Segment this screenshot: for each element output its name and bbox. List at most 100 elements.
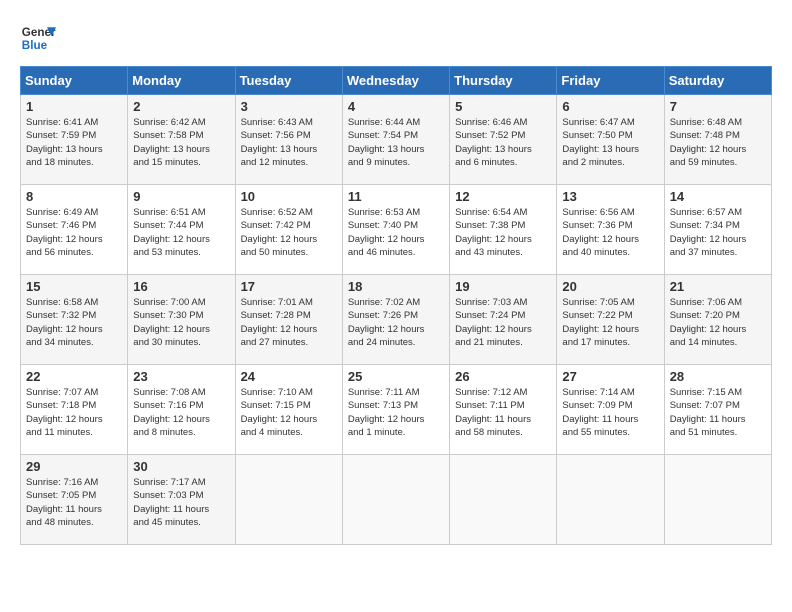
calendar-cell — [450, 455, 557, 545]
column-header-monday: Monday — [128, 67, 235, 95]
day-number: 22 — [26, 369, 122, 384]
day-detail: Sunrise: 7:03 AMSunset: 7:24 PMDaylight:… — [455, 296, 551, 349]
column-header-thursday: Thursday — [450, 67, 557, 95]
calendar-cell: 8 Sunrise: 6:49 AMSunset: 7:46 PMDaylight… — [21, 185, 128, 275]
calendar-cell: 1 Sunrise: 6:41 AMSunset: 7:59 PMDaylight… — [21, 95, 128, 185]
day-detail: Sunrise: 7:02 AMSunset: 7:26 PMDaylight:… — [348, 296, 444, 349]
day-detail: Sunrise: 7:08 AMSunset: 7:16 PMDaylight:… — [133, 386, 229, 439]
calendar-week-row: 1 Sunrise: 6:41 AMSunset: 7:59 PMDaylight… — [21, 95, 772, 185]
day-detail: Sunrise: 7:15 AMSunset: 7:07 PMDaylight:… — [670, 386, 766, 439]
calendar-cell: 30Sunrise: 7:17 AMSunset: 7:03 PMDayligh… — [128, 455, 235, 545]
calendar-week-row: 15Sunrise: 6:58 AMSunset: 7:32 PMDayligh… — [21, 275, 772, 365]
calendar-cell: 10 Sunrise: 6:52 AMSunset: 7:42 PMDayligh… — [235, 185, 342, 275]
day-detail: Sunrise: 7:11 AMSunset: 7:13 PMDaylight:… — [348, 386, 444, 439]
calendar-body: 1 Sunrise: 6:41 AMSunset: 7:59 PMDaylight… — [21, 95, 772, 545]
day-detail: Sunrise: 7:16 AMSunset: 7:05 PMDaylight:… — [26, 476, 122, 529]
calendar-cell: 13 Sunrise: 6:56 AMSunset: 7:36 PMDayligh… — [557, 185, 664, 275]
day-number: 19 — [455, 279, 551, 294]
calendar-cell: 7 Sunrise: 6:48 AMSunset: 7:48 PMDaylight… — [664, 95, 771, 185]
column-header-wednesday: Wednesday — [342, 67, 449, 95]
svg-text:Blue: Blue — [22, 39, 48, 52]
calendar-cell: 2 Sunrise: 6:42 AMSunset: 7:58 PMDaylight… — [128, 95, 235, 185]
day-number: 4 — [348, 99, 444, 114]
calendar-cell: 23 Sunrise: 7:08 AMSunset: 7:16 PMDayligh… — [128, 365, 235, 455]
day-detail: Sunrise: 6:43 AMSunset: 7:56 PMDaylight:… — [241, 116, 337, 169]
calendar-cell: 11Sunrise: 6:53 AMSunset: 7:40 PMDayligh… — [342, 185, 449, 275]
day-detail: Sunrise: 7:14 AMSunset: 7:09 PMDaylight:… — [562, 386, 658, 439]
column-header-friday: Friday — [557, 67, 664, 95]
calendar-cell: 5 Sunrise: 6:46 AMSunset: 7:52 PMDaylight… — [450, 95, 557, 185]
day-detail: Sunrise: 7:10 AMSunset: 7:15 PMDaylight:… — [241, 386, 337, 439]
calendar-cell: 9 Sunrise: 6:51 AMSunset: 7:44 PMDaylight… — [128, 185, 235, 275]
day-detail: Sunrise: 7:12 AMSunset: 7:11 PMDaylight:… — [455, 386, 551, 439]
day-number: 2 — [133, 99, 229, 114]
calendar-cell — [342, 455, 449, 545]
calendar-cell: 4Sunrise: 6:44 AMSunset: 7:54 PMDaylight… — [342, 95, 449, 185]
calendar-cell: 28 Sunrise: 7:15 AMSunset: 7:07 PMDayligh… — [664, 365, 771, 455]
day-detail: Sunrise: 6:49 AMSunset: 7:46 PMDaylight:… — [26, 206, 122, 259]
day-number: 13 — [562, 189, 658, 204]
calendar-week-row: 29 Sunrise: 7:16 AMSunset: 7:05 PMDayligh… — [21, 455, 772, 545]
day-detail: Sunrise: 7:07 AMSunset: 7:18 PMDaylight:… — [26, 386, 122, 439]
day-number: 17 — [241, 279, 337, 294]
calendar-cell: 15Sunrise: 6:58 AMSunset: 7:32 PMDayligh… — [21, 275, 128, 365]
calendar-week-row: 8 Sunrise: 6:49 AMSunset: 7:46 PMDaylight… — [21, 185, 772, 275]
logo-icon: General Blue — [20, 20, 56, 56]
calendar-cell: 24Sunrise: 7:10 AMSunset: 7:15 PMDayligh… — [235, 365, 342, 455]
calendar-cell: 18 Sunrise: 7:02 AMSunset: 7:26 PMDayligh… — [342, 275, 449, 365]
logo: General Blue — [20, 20, 56, 56]
day-detail: Sunrise: 6:56 AMSunset: 7:36 PMDaylight:… — [562, 206, 658, 259]
page-header: General Blue — [20, 20, 772, 56]
column-header-saturday: Saturday — [664, 67, 771, 95]
day-number: 21 — [670, 279, 766, 294]
day-number: 9 — [133, 189, 229, 204]
day-detail: Sunrise: 6:47 AMSunset: 7:50 PMDaylight:… — [562, 116, 658, 169]
calendar-cell: 19 Sunrise: 7:03 AMSunset: 7:24 PMDayligh… — [450, 275, 557, 365]
calendar-cell: 26 Sunrise: 7:12 AMSunset: 7:11 PMDayligh… — [450, 365, 557, 455]
calendar-cell: 6 Sunrise: 6:47 AMSunset: 7:50 PMDaylight… — [557, 95, 664, 185]
day-detail: Sunrise: 6:41 AMSunset: 7:59 PMDaylight:… — [26, 116, 122, 169]
day-detail: Sunrise: 6:48 AMSunset: 7:48 PMDaylight:… — [670, 116, 766, 169]
day-number: 1 — [26, 99, 122, 114]
day-number: 20 — [562, 279, 658, 294]
day-detail: Sunrise: 6:57 AMSunset: 7:34 PMDaylight:… — [670, 206, 766, 259]
calendar-cell: 21Sunrise: 7:06 AMSunset: 7:20 PMDayligh… — [664, 275, 771, 365]
calendar-cell: 29 Sunrise: 7:16 AMSunset: 7:05 PMDayligh… — [21, 455, 128, 545]
day-detail: Sunrise: 6:53 AMSunset: 7:40 PMDaylight:… — [348, 206, 444, 259]
day-number: 29 — [26, 459, 122, 474]
day-detail: Sunrise: 7:05 AMSunset: 7:22 PMDaylight:… — [562, 296, 658, 349]
day-number: 10 — [241, 189, 337, 204]
day-detail: Sunrise: 6:51 AMSunset: 7:44 PMDaylight:… — [133, 206, 229, 259]
column-header-sunday: Sunday — [21, 67, 128, 95]
calendar-cell: 14 Sunrise: 6:57 AMSunset: 7:34 PMDayligh… — [664, 185, 771, 275]
day-number: 7 — [670, 99, 766, 114]
day-number: 14 — [670, 189, 766, 204]
calendar-cell: 17 Sunrise: 7:01 AMSunset: 7:28 PMDayligh… — [235, 275, 342, 365]
calendar-cell — [557, 455, 664, 545]
day-number: 23 — [133, 369, 229, 384]
day-number: 8 — [26, 189, 122, 204]
calendar-cell: 22 Sunrise: 7:07 AMSunset: 7:18 PMDayligh… — [21, 365, 128, 455]
day-number: 15 — [26, 279, 122, 294]
day-number: 28 — [670, 369, 766, 384]
day-number: 30 — [133, 459, 229, 474]
calendar-cell: 20 Sunrise: 7:05 AMSunset: 7:22 PMDayligh… — [557, 275, 664, 365]
day-number: 6 — [562, 99, 658, 114]
day-number: 5 — [455, 99, 551, 114]
calendar-week-row: 22 Sunrise: 7:07 AMSunset: 7:18 PMDayligh… — [21, 365, 772, 455]
day-detail: Sunrise: 6:46 AMSunset: 7:52 PMDaylight:… — [455, 116, 551, 169]
day-number: 25 — [348, 369, 444, 384]
calendar-cell — [664, 455, 771, 545]
day-number: 26 — [455, 369, 551, 384]
day-detail: Sunrise: 6:52 AMSunset: 7:42 PMDaylight:… — [241, 206, 337, 259]
day-detail: Sunrise: 6:54 AMSunset: 7:38 PMDaylight:… — [455, 206, 551, 259]
calendar-cell: 12 Sunrise: 6:54 AMSunset: 7:38 PMDayligh… — [450, 185, 557, 275]
day-number: 12 — [455, 189, 551, 204]
day-number: 3 — [241, 99, 337, 114]
day-number: 18 — [348, 279, 444, 294]
day-detail: Sunrise: 6:42 AMSunset: 7:58 PMDaylight:… — [133, 116, 229, 169]
calendar-cell: 27 Sunrise: 7:14 AMSunset: 7:09 PMDayligh… — [557, 365, 664, 455]
day-number: 27 — [562, 369, 658, 384]
day-detail: Sunrise: 7:01 AMSunset: 7:28 PMDaylight:… — [241, 296, 337, 349]
calendar-table: SundayMondayTuesdayWednesdayThursdayFrid… — [20, 66, 772, 545]
